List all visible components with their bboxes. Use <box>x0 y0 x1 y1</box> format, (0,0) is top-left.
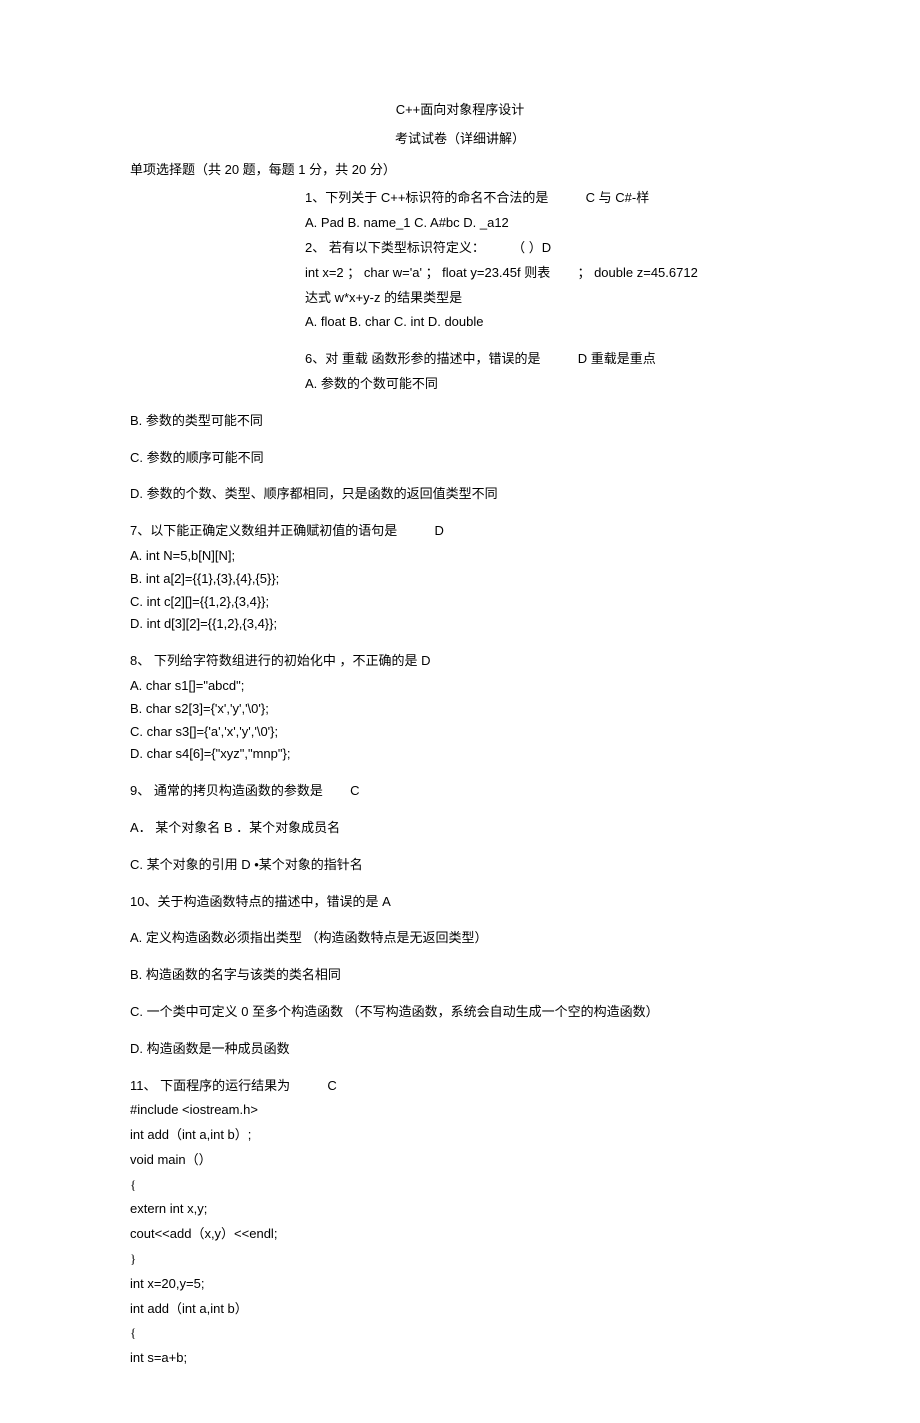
q1-answer: C 与 C#-样 <box>586 190 650 205</box>
q8-text: 8、 下列给字符数组进行的初始化中 ，不正确的是 D <box>130 651 790 672</box>
q6-optA: A. 参数的个数可能不同 <box>305 374 790 395</box>
q10-optD: D. 构造函数是一种成员函数 <box>130 1039 790 1060</box>
q1-options: A. Pad B. name_1 C. A#bc D. _a12 <box>305 213 790 234</box>
q9-optCD: C. 某个对象的引用 D •某个对象的指针名 <box>130 855 790 876</box>
q8-options: A. char s1[]="abcd"; B. char s2[3]={'x',… <box>130 676 790 765</box>
q11-code-4: extern int x,y; <box>130 1199 790 1220</box>
q11-code-7: int x=20,y=5; <box>130 1274 790 1295</box>
q2-code-a: int x=2 ； char w='a' ； float y=23.45f 则表 <box>305 265 550 280</box>
q7-answer: D <box>434 523 443 538</box>
q10-optA: A. 定义构造函数必须指出类型 （构造函数特点是无返回类型） <box>130 928 790 949</box>
q1-text: 1、下列关于 C++标识符的命名不合法的是 C 与 C#-样 <box>305 188 790 209</box>
q11-code-5: cout<<add（x,y）<<endl; <box>130 1224 790 1245</box>
q11-answer: C <box>327 1078 336 1093</box>
q2-options: A. float B. char C. int D. double <box>305 312 790 333</box>
exam-page: C++面向对象程序设计 考试试卷（详细讲解） 单项选择题（共 20 题，每题 1… <box>0 0 920 1423</box>
q6-text: 6、对 重载 函数形参的描述中，错误的是 D 重载是重点 <box>305 349 790 370</box>
q9-optAB: A． 某个对象名 B ．某个对象成员名 <box>130 818 790 839</box>
q2-code-b: ； double z=45.6712 <box>577 265 697 280</box>
q7-optB: B. int a[2]={{1},{3},{4},{5}}; <box>130 569 790 590</box>
q8-optC: C. char s3[]={'a','x','y','\0'}; <box>130 722 790 743</box>
q9-stem: 9、 通常的拷贝构造函数的参数是 <box>130 783 323 798</box>
q2-expr: 达式 w*x+y-z 的结果类型是 <box>305 288 790 309</box>
q6-optB: B. 参数的类型可能不同 <box>130 411 790 432</box>
q1-stem: 1、下列关于 C++标识符的命名不合法的是 <box>305 190 548 205</box>
q10-text: 10、关于构造函数特点的描述中，错误的是 A <box>130 892 790 913</box>
q2-text: 2、 若有以下类型标识符定义： （ ）D <box>305 238 790 259</box>
q11-code-8: int add（int a,int b） <box>130 1299 790 1320</box>
q7-options: A. int N=5,b[N][N]; B. int a[2]={{1},{3}… <box>130 546 790 635</box>
q9-answer: C <box>350 783 359 798</box>
q10-optC: C. 一个类中可定义 0 至多个构造函数 （不写构造函数，系统会自动生成一个空的… <box>130 1002 790 1023</box>
q7-optC: C. int c[2][]={{1,2},{3,4}}; <box>130 592 790 613</box>
q11-code-0: #include <iostream.h> <box>130 1100 790 1121</box>
q9-text: 9、 通常的拷贝构造函数的参数是 C <box>130 781 790 802</box>
q11-stem: 11、 下面程序的运行结果为 <box>130 1078 290 1093</box>
q11-code-1: int add（int a,int b）; <box>130 1125 790 1146</box>
q8-optB: B. char s2[3]={'x','y','\0'}; <box>130 699 790 720</box>
q11-code-3: { <box>130 1175 790 1196</box>
q11-code-9: { <box>130 1323 790 1344</box>
q2-code: int x=2 ； char w='a' ； float y=23.45f 则表… <box>305 263 790 284</box>
q7-optA: A. int N=5,b[N][N]; <box>130 546 790 567</box>
q1-block: 1、下列关于 C++标识符的命名不合法的是 C 与 C#-样 A. Pad B.… <box>305 188 790 394</box>
q6-stem: 6、对 重载 函数形参的描述中，错误的是 <box>305 351 540 366</box>
q2-stem: 2、 若有以下类型标识符定义： <box>305 240 485 255</box>
q11-code-2: void main（） <box>130 1150 790 1171</box>
q11-code-6: } <box>130 1249 790 1270</box>
q6-optD: D. 参数的个数、类型、顺序都相同，只是函数的返回值类型不同 <box>130 484 790 505</box>
q7-optD: D. int d[3][2]={{1,2},{3,4}}; <box>130 614 790 635</box>
q8-optA: A. char s1[]="abcd"; <box>130 676 790 697</box>
q7-stem: 7、以下能正确定义数组并正确赋初值的语句是 <box>130 523 397 538</box>
q8-optD: D. char s4[6]={"xyz","mnp"}; <box>130 744 790 765</box>
page-subtitle: 考试试卷（详细讲解） <box>130 129 790 150</box>
q6-answer: D 重载是重点 <box>578 351 656 366</box>
q11-text: 11、 下面程序的运行结果为 C <box>130 1076 790 1097</box>
q7-text: 7、以下能正确定义数组并正确赋初值的语句是 D <box>130 521 790 542</box>
page-title: C++面向对象程序设计 <box>130 100 790 121</box>
q10-optB: B. 构造函数的名字与该类的类名相同 <box>130 965 790 986</box>
q6-optC: C. 参数的顺序可能不同 <box>130 448 790 469</box>
q11-code-10: int s=a+b; <box>130 1348 790 1369</box>
q2-paren: （ ）D <box>512 240 551 255</box>
section-header: 单项选择题（共 20 题，每题 1 分，共 20 分） <box>130 160 790 181</box>
